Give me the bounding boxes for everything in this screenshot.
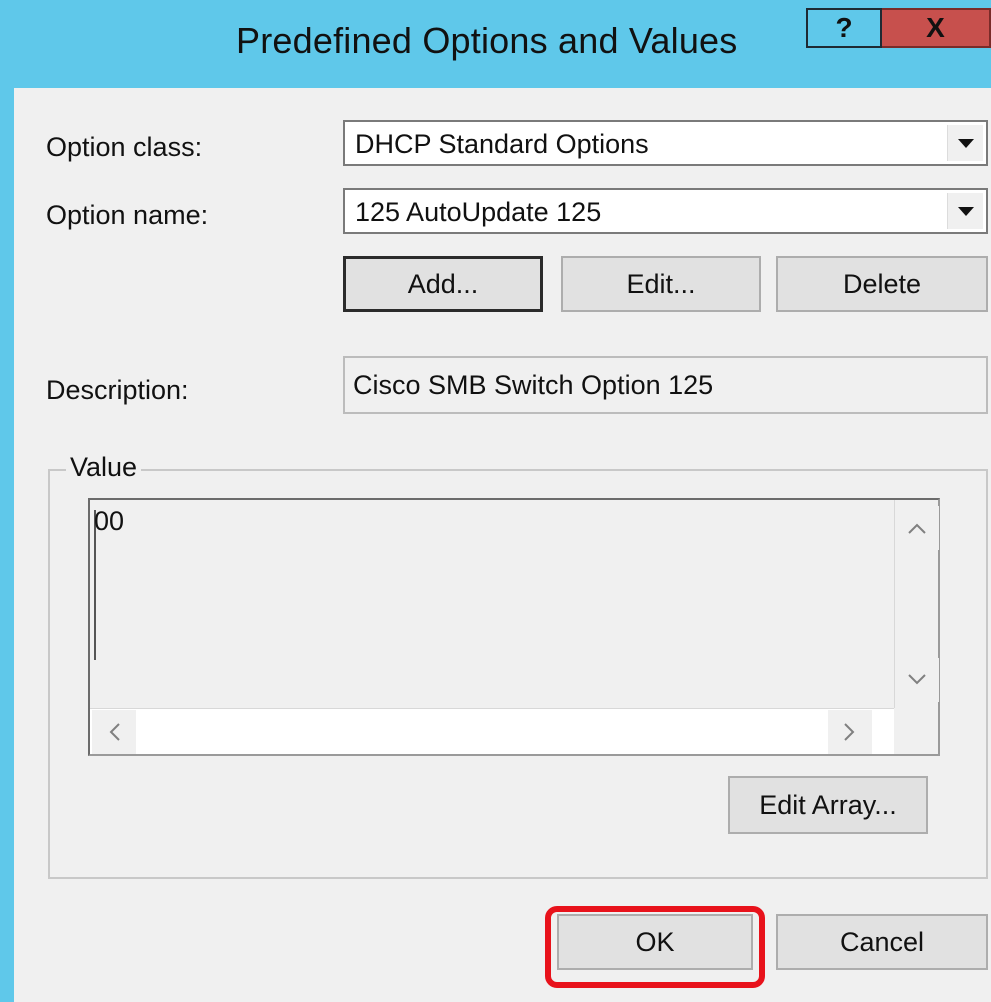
horizontal-scrollbar[interactable] [90, 708, 894, 754]
chevron-down-icon [957, 206, 974, 216]
option-class-value: DHCP Standard Options [355, 129, 649, 159]
dialog-window: Predefined Options and Values ? X Option… [0, 0, 991, 1002]
dialog-title: Predefined Options and Values [236, 20, 738, 61]
option-name-combo[interactable]: 125 AutoUpdate 125 [343, 188, 988, 234]
help-button[interactable]: ? [806, 8, 882, 48]
scroll-right-button[interactable] [828, 710, 872, 754]
description-label: Description: [46, 375, 189, 405]
cancel-button[interactable]: Cancel [776, 914, 988, 970]
description-value: Cisco SMB Switch Option 125 [353, 370, 714, 400]
value-text: 00 [94, 506, 125, 536]
dialog-body: Option class: DHCP Standard Options Opti… [14, 88, 991, 1002]
scroll-up-button[interactable] [895, 506, 939, 550]
edit-button[interactable]: Edit... [561, 256, 761, 312]
chevron-right-icon [844, 723, 855, 741]
chevron-up-icon [908, 523, 926, 534]
option-name-label: Option name: [46, 200, 209, 230]
add-button[interactable]: Add... [343, 256, 543, 312]
ok-button-highlight [545, 906, 765, 988]
option-class-label: Option class: [46, 132, 203, 162]
value-group-title: Value [66, 452, 142, 483]
chevron-down-icon [957, 138, 974, 148]
scroll-down-button[interactable] [895, 658, 939, 702]
option-name-dropdown-button[interactable] [947, 193, 983, 229]
scrollbar-corner [894, 708, 938, 754]
chevron-down-icon [908, 674, 926, 685]
value-list[interactable]: 00 [88, 498, 940, 756]
close-button[interactable]: X [882, 8, 991, 48]
title-bar[interactable]: Predefined Options and Values ? X [0, 0, 991, 88]
edit-array-button[interactable]: Edit Array... [728, 776, 928, 834]
chevron-left-icon [109, 723, 120, 741]
delete-button[interactable]: Delete [776, 256, 988, 312]
vertical-scrollbar[interactable] [894, 500, 939, 708]
scroll-left-button[interactable] [92, 710, 136, 754]
option-class-dropdown-button[interactable] [947, 125, 983, 161]
help-icon: ? [835, 12, 853, 43]
option-name-value: 125 AutoUpdate 125 [355, 197, 602, 227]
option-class-combo[interactable]: DHCP Standard Options [343, 120, 988, 166]
description-field: Cisco SMB Switch Option 125 [343, 356, 988, 414]
close-icon: X [926, 12, 945, 43]
